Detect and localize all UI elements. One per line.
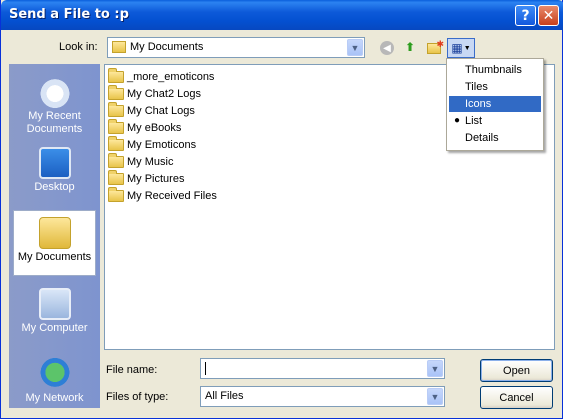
file-name-label: File name:	[106, 364, 158, 376]
views-grid-icon: ▦	[451, 41, 463, 55]
new-folder-icon: ✱	[427, 39, 444, 54]
place-label: My Computer	[21, 322, 88, 334]
list-item[interactable]: My Chat2 Logs	[108, 85, 201, 102]
files-of-type-value: All Files	[205, 390, 244, 402]
up-folder-icon: ⬆	[404, 40, 416, 54]
file-name: My Emoticons	[127, 139, 197, 151]
list-item[interactable]: My Received Files	[108, 187, 217, 204]
menu-item-tiles[interactable]: Tiles	[449, 79, 541, 95]
folder-icon	[108, 102, 124, 117]
file-name: My Chat2 Logs	[127, 88, 201, 100]
folder-icon	[108, 68, 124, 83]
folder-icon	[108, 85, 124, 100]
list-item[interactable]: My Chat Logs	[108, 102, 195, 119]
open-button[interactable]: Open	[480, 359, 553, 382]
my-documents-icon	[38, 217, 71, 249]
place-my-recent-documents[interactable]: My Recent Documents	[13, 70, 96, 136]
file-name: My Received Files	[127, 190, 217, 202]
place-label: My Documents	[17, 251, 92, 263]
list-item[interactable]: _more_emoticons	[108, 68, 215, 85]
menu-item-list[interactable]: ● List	[449, 113, 541, 129]
my-network-icon	[38, 358, 71, 390]
cancel-button[interactable]: Cancel	[480, 386, 553, 409]
views-dropdown-arrow-icon: ▼	[463, 44, 471, 52]
chevron-down-icon[interactable]: ▼	[427, 360, 443, 377]
up-one-level-button[interactable]: ⬆	[401, 38, 419, 56]
list-item[interactable]: My eBooks	[108, 119, 182, 136]
file-name: My Pictures	[127, 173, 185, 185]
folder-icon	[108, 119, 124, 134]
views-menu: Thumbnails Tiles Icons ● List Details	[446, 58, 544, 151]
my-documents-small-icon	[112, 41, 126, 53]
look-in-value-text: My Documents	[130, 41, 204, 53]
look-in-label: Look in:	[59, 41, 98, 53]
text-caret	[205, 362, 206, 375]
file-dialog-window: Send a File to :p ? ✕ Look in: My Docume…	[0, 0, 563, 419]
places-bar: My Recent Documents Desktop My Documents…	[9, 64, 100, 408]
place-label: My Network	[25, 392, 84, 404]
menu-item-thumbnails[interactable]: Thumbnails	[449, 62, 541, 78]
my-computer-icon	[38, 288, 71, 320]
files-of-type-label: Files of type:	[106, 391, 169, 403]
chevron-down-icon[interactable]: ▼	[347, 39, 363, 56]
file-name: My eBooks	[127, 122, 182, 134]
window-title: Send a File to :p	[9, 7, 129, 22]
desktop-icon	[38, 147, 71, 179]
recent-documents-icon	[38, 76, 71, 108]
file-name: My Chat Logs	[127, 105, 195, 117]
menu-item-icons[interactable]: Icons	[449, 96, 541, 112]
place-my-documents[interactable]: My Documents	[13, 210, 96, 276]
selected-bullet-icon: ●	[454, 115, 461, 126]
menu-item-details[interactable]: Details	[449, 130, 541, 146]
title-bar[interactable]: Send a File to :p ? ✕	[1, 0, 563, 30]
file-name: _more_emoticons	[127, 71, 215, 83]
place-my-network[interactable]: My Network	[13, 352, 96, 418]
look-in-dropdown[interactable]: My Documents ▼	[107, 37, 365, 58]
menu-item-list-label: List	[465, 115, 483, 127]
file-name: My Music	[127, 156, 174, 168]
list-item[interactable]: My Pictures	[108, 170, 185, 187]
place-label: My Recent Documents	[26, 110, 83, 135]
folder-icon	[108, 136, 124, 151]
files-of-type-dropdown[interactable]: All Files ▼	[200, 386, 445, 407]
new-folder-button[interactable]: ✱	[425, 39, 444, 57]
place-desktop[interactable]: Desktop	[13, 141, 96, 207]
folder-icon	[108, 187, 124, 202]
file-name-input[interactable]: ▼	[200, 358, 445, 379]
place-my-computer[interactable]: My Computer	[13, 282, 96, 348]
close-button[interactable]: ✕	[538, 5, 559, 26]
look-in-value: My Documents	[112, 41, 203, 53]
chevron-down-icon[interactable]: ▼	[427, 388, 443, 405]
list-item[interactable]: My Emoticons	[108, 136, 197, 153]
list-item[interactable]: My Music	[108, 153, 174, 170]
back-arrow-icon: ◀	[380, 41, 394, 55]
pictures-folder-icon	[108, 170, 124, 185]
views-menu-button[interactable]: ▦ ▼	[447, 38, 475, 58]
place-label: Desktop	[34, 181, 75, 193]
back-button[interactable]: ◀	[378, 39, 396, 57]
help-button[interactable]: ?	[515, 5, 536, 26]
music-folder-icon	[108, 153, 124, 168]
